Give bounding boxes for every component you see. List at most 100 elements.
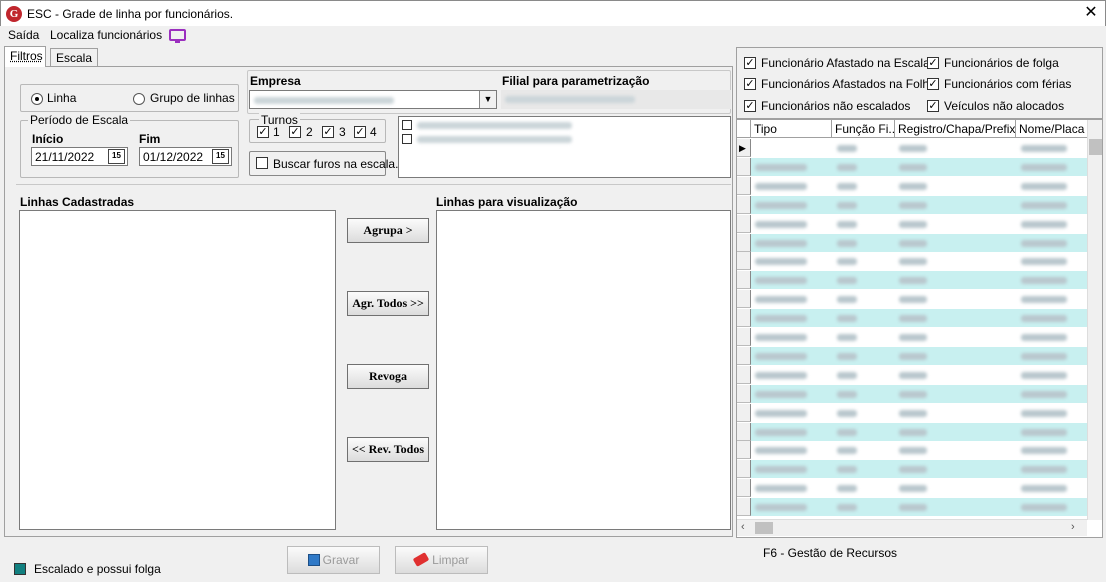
limpar-label: Limpar — [432, 553, 469, 567]
row-header[interactable] — [737, 271, 751, 290]
filial-field[interactable] — [501, 90, 731, 109]
row-header[interactable] — [737, 441, 751, 460]
row-header[interactable] — [737, 214, 751, 233]
table-row[interactable] — [737, 441, 1087, 460]
tab-escala[interactable]: Escala — [50, 48, 98, 66]
horizontal-scrollbar[interactable]: ‹ › — [737, 519, 1087, 536]
inicio-calendar-icon[interactable]: 15 — [108, 149, 125, 164]
radio-linha[interactable] — [31, 93, 43, 105]
chevron-down-icon[interactable]: ▼ — [479, 91, 496, 108]
linhas-visualizacao-list[interactable] — [436, 210, 731, 530]
table-row[interactable] — [737, 384, 1087, 403]
eraser-icon — [412, 552, 430, 567]
grid-cell-redacted — [755, 163, 807, 171]
table-row[interactable]: ▶ — [737, 139, 1087, 157]
table-row[interactable] — [737, 271, 1087, 290]
grid-cell-redacted — [899, 201, 927, 209]
row-header[interactable] — [737, 365, 751, 384]
grid-cell-redacted — [1021, 239, 1067, 247]
agrupa-todos-button[interactable]: Agr. Todos >> — [347, 291, 429, 316]
grid-header-registro[interactable]: Registro/Chapa/Prefixo — [895, 120, 1016, 138]
scroll-right-icon[interactable]: › — [1071, 521, 1075, 533]
row-header[interactable] — [737, 328, 751, 346]
grid-header-tipo[interactable]: Tipo — [751, 120, 832, 138]
gravar-button[interactable]: Gravar — [287, 546, 380, 574]
grid-header-nome[interactable]: Nome/Placa — [1016, 120, 1088, 138]
option-nao-escalados-checkbox[interactable]: ✓ — [744, 100, 756, 112]
table-row[interactable] — [737, 403, 1087, 422]
option-ferias-checkbox[interactable]: ✓ — [927, 78, 939, 90]
filial-checklist-item-checkbox[interactable] — [402, 120, 412, 130]
grid-cell-redacted — [837, 201, 857, 209]
limpar-button[interactable]: Limpar — [395, 546, 488, 574]
table-row[interactable] — [737, 365, 1087, 384]
grid-cell-redacted — [755, 315, 807, 323]
row-header[interactable] — [737, 157, 751, 176]
hscroll-thumb[interactable] — [755, 522, 773, 534]
scrollbar-thumb[interactable] — [1089, 139, 1102, 155]
row-header[interactable] — [737, 252, 751, 271]
empresa-select[interactable]: ▼ — [249, 90, 497, 109]
row-header[interactable] — [737, 176, 751, 195]
menu-bar: Saída Localiza funcionários — [0, 26, 1106, 46]
turno-3-checkbox[interactable]: ✓ — [322, 126, 334, 138]
grid-cell-redacted — [1021, 352, 1067, 360]
tab-filtros[interactable]: Filtros — [4, 46, 46, 67]
table-row[interactable] — [737, 422, 1087, 441]
row-header[interactable] — [737, 309, 751, 328]
table-row[interactable] — [737, 498, 1087, 517]
grid-cell-redacted — [899, 409, 927, 417]
grid-cell-redacted — [1021, 182, 1067, 190]
turno-1-checkbox[interactable]: ✓ — [257, 126, 269, 138]
filial-checklist-item-checkbox[interactable] — [402, 134, 412, 144]
row-header[interactable] — [737, 346, 751, 365]
menu-saida[interactable]: Saída — [8, 28, 39, 42]
table-row[interactable] — [737, 346, 1087, 365]
menu-localiza-funcionarios[interactable]: Localiza funcionários — [50, 28, 162, 42]
option-folga-checkbox[interactable]: ✓ — [927, 57, 939, 69]
grid-cell-redacted — [1021, 504, 1067, 512]
row-header[interactable] — [737, 479, 751, 498]
funcionarios-grid[interactable]: Tipo Função Fi... Registro/Chapa/Prefixo… — [736, 119, 1103, 538]
revoga-todos-button[interactable]: << Rev. Todos — [347, 437, 429, 462]
revoga-button[interactable]: Revoga — [347, 364, 429, 389]
row-header[interactable] — [737, 384, 751, 403]
window-title: ESC - Grade de linha por funcionários. — [27, 7, 234, 21]
table-row[interactable] — [737, 309, 1087, 328]
option-veiculos-checkbox[interactable]: ✓ — [927, 100, 939, 112]
row-header[interactable] — [737, 422, 751, 441]
close-icon[interactable]: ✕ — [1081, 3, 1101, 23]
table-row[interactable] — [737, 233, 1087, 252]
filial-checklist[interactable] — [398, 116, 731, 178]
turno-4-checkbox[interactable]: ✓ — [354, 126, 366, 138]
agrupa-button[interactable]: Agrupa > — [347, 218, 429, 243]
row-header[interactable] — [737, 290, 751, 309]
table-row[interactable] — [737, 176, 1087, 195]
option-afastado-escala-checkbox[interactable]: ✓ — [744, 57, 756, 69]
table-row[interactable] — [737, 157, 1087, 176]
monitor-icon[interactable] — [169, 29, 186, 43]
scroll-left-icon[interactable]: ‹ — [741, 521, 745, 533]
row-header[interactable] — [737, 460, 751, 479]
linhas-cadastradas-list[interactable] — [19, 210, 336, 530]
current-row-indicator-icon[interactable]: ▶ — [737, 139, 751, 157]
grid-cell-redacted — [837, 371, 857, 379]
option-afastados-folha-checkbox[interactable]: ✓ — [744, 78, 756, 90]
vertical-scrollbar[interactable] — [1087, 120, 1102, 520]
row-header[interactable] — [737, 233, 751, 252]
turno-2-checkbox[interactable]: ✓ — [289, 126, 301, 138]
table-row[interactable] — [737, 328, 1087, 346]
row-header[interactable] — [737, 403, 751, 422]
fim-calendar-icon[interactable]: 15 — [212, 149, 229, 164]
table-row[interactable] — [737, 290, 1087, 309]
table-row[interactable] — [737, 479, 1087, 498]
table-row[interactable] — [737, 214, 1087, 233]
row-header[interactable] — [737, 195, 751, 214]
buscar-furos-checkbox[interactable] — [256, 157, 268, 169]
radio-grupo-linhas[interactable] — [133, 93, 145, 105]
table-row[interactable] — [737, 252, 1087, 271]
table-row[interactable] — [737, 195, 1087, 214]
grid-header-funcao[interactable]: Função Fi... — [832, 120, 895, 138]
table-row[interactable] — [737, 460, 1087, 479]
row-header[interactable] — [737, 498, 751, 517]
